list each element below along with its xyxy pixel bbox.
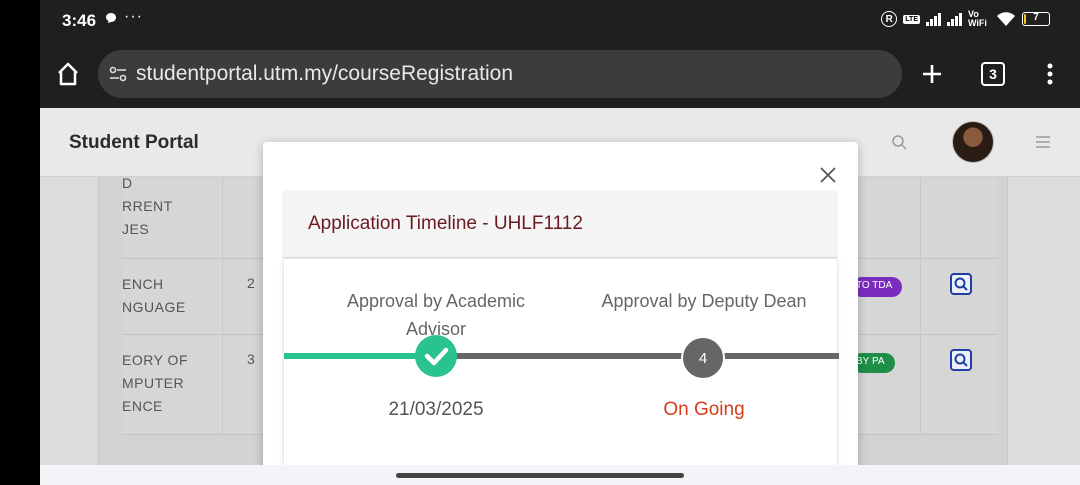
vowifi-icon: Vo WiFi	[968, 9, 987, 28]
site-title[interactable]: Student Portal	[69, 132, 199, 154]
search-icon	[954, 277, 968, 291]
wifi-icon	[997, 12, 1015, 26]
site-settings-icon[interactable]	[108, 64, 128, 84]
tab-switcher-button[interactable]: 3	[981, 62, 1005, 86]
step-label-deputy-dean: Approval by Deputy Dean	[601, 291, 807, 311]
status-bar: 3:46 ··· R LTE Vo WiFi 7	[40, 0, 1080, 40]
home-gesture-handle[interactable]	[396, 473, 684, 478]
more-notifications-icon: ···	[124, 8, 143, 25]
timeline-track-completed	[284, 353, 436, 359]
search-icon	[954, 353, 968, 367]
timeline-card: Approval by Academic Advisor Approval by…	[283, 258, 839, 465]
course-name-cell: D RRENT JES	[122, 175, 173, 237]
credit-cell: 2	[247, 275, 255, 291]
status-icons: R LTE Vo WiFi 7	[881, 10, 1050, 28]
gesture-nav-bar	[40, 465, 1080, 485]
address-bar[interactable]: studentportal.utm.my/courseRegistration	[98, 50, 902, 98]
credit-cell: 3	[247, 351, 255, 367]
step-complete-node	[415, 335, 457, 377]
course-name-cell: ENCH NGUAGE	[122, 276, 186, 315]
url-text[interactable]: studentportal.utm.my/courseRegistration	[136, 62, 513, 86]
column-divider	[222, 177, 223, 435]
check-icon	[424, 347, 449, 366]
timeline-track-remaining	[436, 353, 839, 359]
avatar[interactable]	[952, 121, 994, 163]
more-menu-icon[interactable]	[1040, 60, 1060, 88]
signal-icon	[926, 12, 941, 26]
view-details-button[interactable]	[950, 349, 972, 371]
browser-toolbar: studentportal.utm.my/courseRegistration …	[40, 40, 1080, 108]
lte-icon: LTE	[903, 14, 920, 24]
column-divider	[920, 177, 921, 435]
close-icon[interactable]	[819, 166, 837, 184]
modal-title: Application Timeline - UHLF1112	[308, 213, 583, 234]
step-date: 21/03/2025	[388, 399, 484, 420]
signal-2-icon	[947, 12, 962, 26]
step-pending-node: 4	[681, 336, 725, 380]
hamburger-menu-icon[interactable]	[1036, 136, 1050, 148]
view-details-button[interactable]	[950, 273, 972, 295]
new-tab-icon[interactable]	[918, 60, 946, 88]
status-badge: BY PA	[852, 353, 895, 373]
search-icon[interactable]	[891, 134, 907, 150]
home-icon[interactable]	[54, 60, 82, 88]
course-name-cell: EORY OF MPUTER ENCE	[122, 352, 189, 414]
registered-icon: R	[881, 11, 898, 27]
phone-screen: 3:46 ··· R LTE Vo WiFi 7 studentportal.u…	[40, 0, 1080, 485]
status-time: 3:46	[62, 11, 97, 30]
battery-icon: 7	[1022, 12, 1050, 26]
application-timeline-modal: Application Timeline - UHLF1112 Approval…	[263, 142, 858, 465]
modal-header: Application Timeline - UHLF1112	[282, 190, 838, 258]
status-badge: TO TDA	[852, 277, 903, 297]
step-status: On Going	[663, 399, 745, 420]
web-page: Student Portal D RRENT JES ENCH NGUAGE 2…	[40, 108, 1080, 465]
message-icon	[106, 13, 116, 23]
